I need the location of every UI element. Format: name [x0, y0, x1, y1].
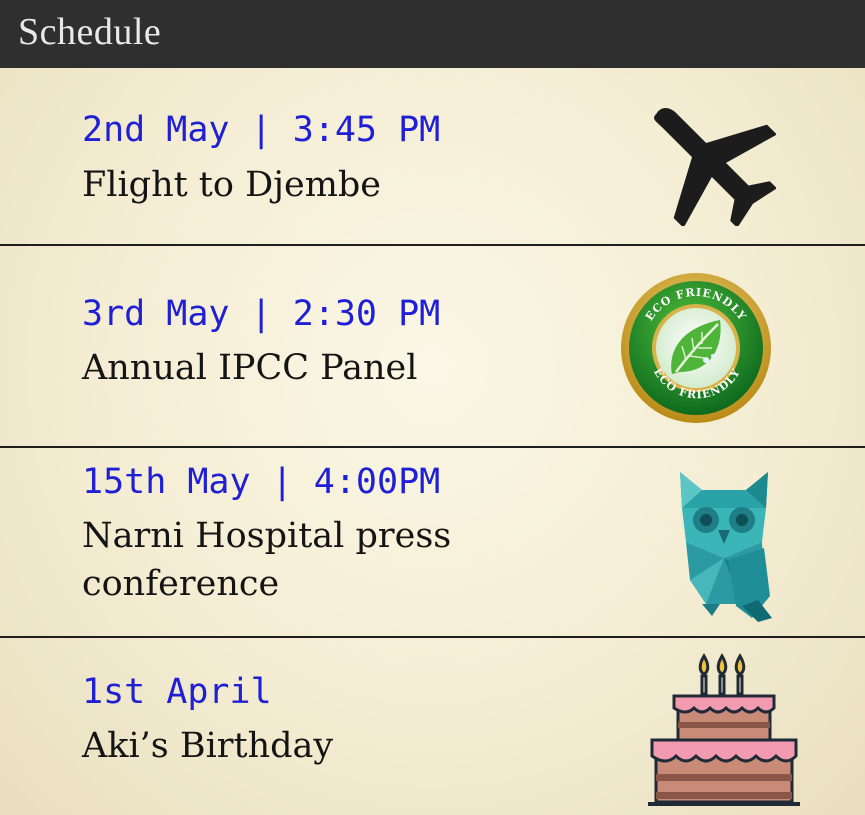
list-item[interactable]: 1st April Aki’s Birthday — [0, 638, 865, 815]
page-title: Schedule — [18, 11, 162, 53]
event-datetime: 15th May | 4:00PM — [82, 462, 441, 502]
event-title: Aki’s Birthday — [82, 726, 334, 766]
event-title: Narni Hospital press conference — [82, 516, 452, 604]
birthday-cake-icon — [648, 653, 800, 806]
title-bar: Schedule — [0, 0, 865, 68]
eco-friendly-leaf-badge-icon: ECO FRIENDLY ECO FRIENDLY — [621, 273, 771, 423]
list-item[interactable]: 3rd May | 2:30 PM Annual IPCC Panel ECO … — [0, 246, 865, 448]
event-title: Flight to Djembe — [82, 165, 382, 205]
airplane-icon — [654, 108, 776, 226]
list-item[interactable]: 15th May | 4:00PM Narni Hospital press c… — [0, 448, 865, 638]
event-title: Annual IPCC Panel — [82, 348, 418, 388]
schedule-list: 2nd May | 3:45 PM Flight to Djembe 3rd M… — [0, 68, 865, 815]
list-item[interactable]: 2nd May | 3:45 PM Flight to Djembe — [0, 68, 865, 246]
event-datetime: 2nd May | 3:45 PM — [82, 110, 441, 150]
event-datetime: 1st April — [82, 672, 272, 712]
event-datetime: 3rd May | 2:30 PM — [82, 294, 441, 334]
owl-icon — [680, 472, 772, 622]
